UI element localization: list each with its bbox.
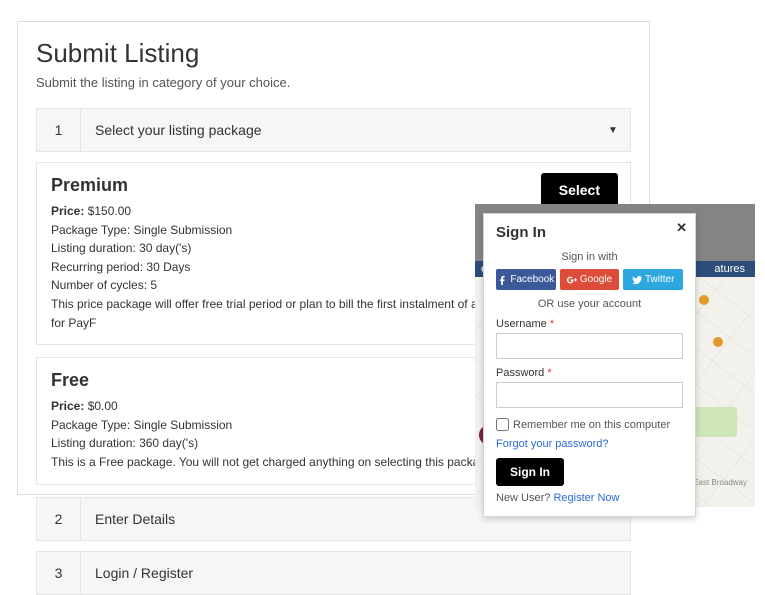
signin-button[interactable]: Sign In xyxy=(496,458,564,486)
facebook-signin-button[interactable]: Facebook xyxy=(496,269,556,290)
price-value: $0.00 xyxy=(88,399,118,413)
register-link[interactable]: Register Now xyxy=(553,492,619,504)
password-label: Password * xyxy=(496,367,683,379)
duration-label: Listing duration: xyxy=(51,436,136,450)
package-name: Premium xyxy=(51,175,616,196)
step-number: 1 xyxy=(37,108,81,152)
facebook-icon xyxy=(497,275,507,285)
step-number: 2 xyxy=(37,497,81,541)
cycles-value: 5 xyxy=(150,278,157,292)
nav-text-fragment: atures xyxy=(714,263,745,275)
caret-down-icon: ▼ xyxy=(596,125,630,136)
password-input[interactable] xyxy=(496,382,683,408)
cycles-label: Number of cycles: xyxy=(51,278,147,292)
signin-modal: ✕ Sign In Sign in with Facebook Google T… xyxy=(483,213,696,517)
close-icon[interactable]: ✕ xyxy=(676,220,687,236)
duration-value: 360 day('s) xyxy=(139,436,198,450)
type-value: Single Submission xyxy=(134,223,233,237)
price-value: $150.00 xyxy=(88,204,131,218)
page-subtitle: Submit the listing in category of your c… xyxy=(36,75,631,90)
forgot-password-link[interactable]: Forgot your password? xyxy=(496,438,609,450)
step-label: Select your listing package xyxy=(81,122,596,138)
username-label: Username * xyxy=(496,318,683,330)
or-divider: OR use your account xyxy=(496,298,683,310)
type-value: Single Submission xyxy=(134,418,233,432)
signin-with-label: Sign in with xyxy=(496,251,683,263)
twitter-icon xyxy=(632,275,642,285)
type-label: Package Type: xyxy=(51,418,130,432)
step-3-header[interactable]: 3 Login / Register xyxy=(36,551,631,595)
step-number: 3 xyxy=(37,551,81,595)
page-title: Submit Listing xyxy=(36,38,631,69)
recurring-label: Recurring period: xyxy=(51,260,143,274)
price-label: Price: xyxy=(51,399,84,413)
select-premium-button[interactable]: Select xyxy=(541,173,618,207)
twitter-signin-button[interactable]: Twitter xyxy=(623,269,683,290)
step-label: Login / Register xyxy=(81,565,630,581)
google-plus-icon xyxy=(567,275,577,285)
price-label: Price: xyxy=(51,204,84,218)
new-user-row: New User? Register Now xyxy=(496,492,683,504)
duration-value: 30 day('s) xyxy=(139,241,191,255)
step-1-header[interactable]: 1 Select your listing package ▼ xyxy=(36,108,631,152)
recurring-value: 30 Days xyxy=(146,260,190,274)
signin-title: Sign In xyxy=(496,224,683,241)
remember-me-label: Remember me on this computer xyxy=(513,419,670,431)
google-signin-button[interactable]: Google xyxy=(560,269,620,290)
remember-me-checkbox[interactable] xyxy=(496,418,509,431)
signin-backdrop: erties atures City Hall Chambers St East… xyxy=(475,204,755,507)
type-label: Package Type: xyxy=(51,223,130,237)
username-input[interactable] xyxy=(496,333,683,359)
map-label: East Broadway xyxy=(693,478,747,487)
remember-me-row[interactable]: Remember me on this computer xyxy=(496,418,683,431)
duration-label: Listing duration: xyxy=(51,241,136,255)
